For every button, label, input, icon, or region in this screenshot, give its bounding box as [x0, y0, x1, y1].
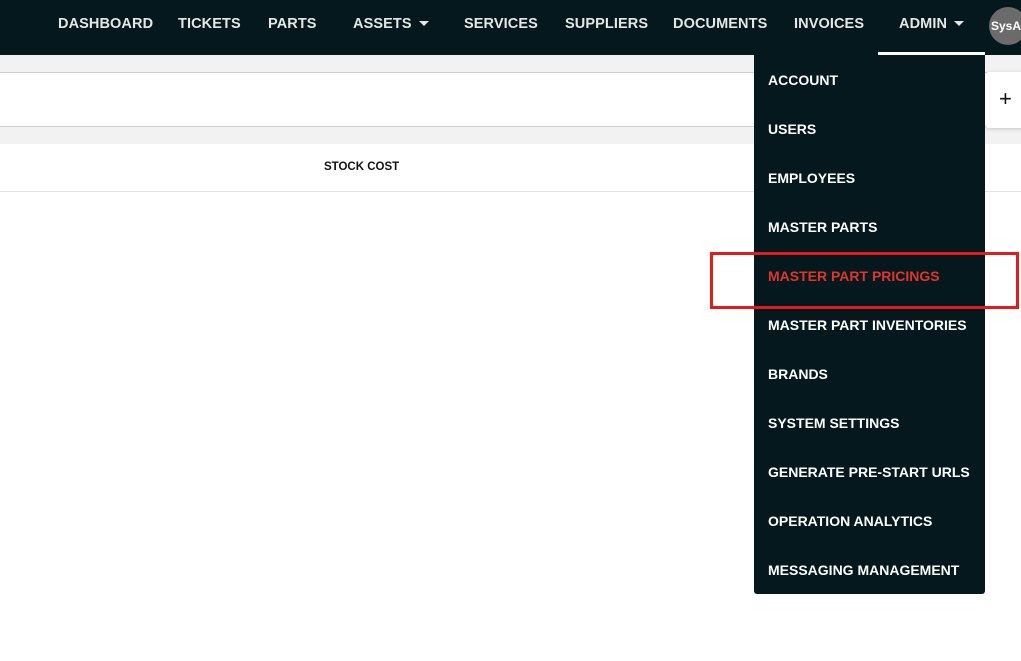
chevron-down-icon: [418, 20, 429, 26]
menu-item-generate-pre-start-urls[interactable]: GENERATE PRE-START URLS: [768, 462, 970, 482]
nav-dashboard[interactable]: DASHBOARD: [58, 0, 153, 55]
add-button[interactable]: +: [985, 72, 1021, 128]
nav-assets-label: ASSETS: [353, 16, 412, 32]
menu-item-master-part-pricings[interactable]: MASTER PART PRICINGS: [768, 266, 940, 286]
nav-admin[interactable]: ADMIN: [899, 0, 965, 55]
menu-item-operation-analytics[interactable]: OPERATION ANALYTICS: [768, 511, 932, 531]
menu-item-users[interactable]: USERS: [768, 119, 816, 139]
nav-documents[interactable]: DOCUMENTS: [673, 0, 767, 55]
nav-parts[interactable]: PARTS: [268, 0, 317, 55]
chevron-down-icon: [954, 20, 965, 26]
nav-services[interactable]: SERVICES: [464, 0, 538, 55]
top-navigation-bar: DASHBOARD TICKETS PARTS ASSETS SERVICES …: [0, 0, 1021, 55]
menu-item-account[interactable]: ACCOUNT: [768, 70, 838, 90]
menu-item-employees[interactable]: EMPLOYEES: [768, 168, 855, 188]
menu-item-brands[interactable]: BRANDS: [768, 364, 828, 384]
nav-tickets[interactable]: TICKETS: [178, 0, 241, 55]
admin-dropdown-menu: ACCOUNT USERS EMPLOYEES MASTER PARTS MAS…: [754, 55, 985, 594]
menu-item-master-part-inventories[interactable]: MASTER PART INVENTORIES: [768, 315, 967, 335]
column-header-stock-cost[interactable]: STOCK COST: [324, 161, 399, 173]
nav-assets[interactable]: ASSETS: [353, 0, 429, 55]
nav-invoices[interactable]: INVOICES: [794, 0, 864, 55]
menu-item-messaging-management[interactable]: MESSAGING MANAGEMENT: [768, 560, 959, 580]
nav-admin-label: ADMIN: [899, 16, 948, 32]
menu-item-master-parts[interactable]: MASTER PARTS: [768, 217, 877, 237]
menu-item-system-settings[interactable]: SYSTEM SETTINGS: [768, 413, 899, 433]
nav-suppliers[interactable]: SUPPLIERS: [565, 0, 648, 55]
user-avatar[interactable]: SysA: [989, 7, 1021, 45]
